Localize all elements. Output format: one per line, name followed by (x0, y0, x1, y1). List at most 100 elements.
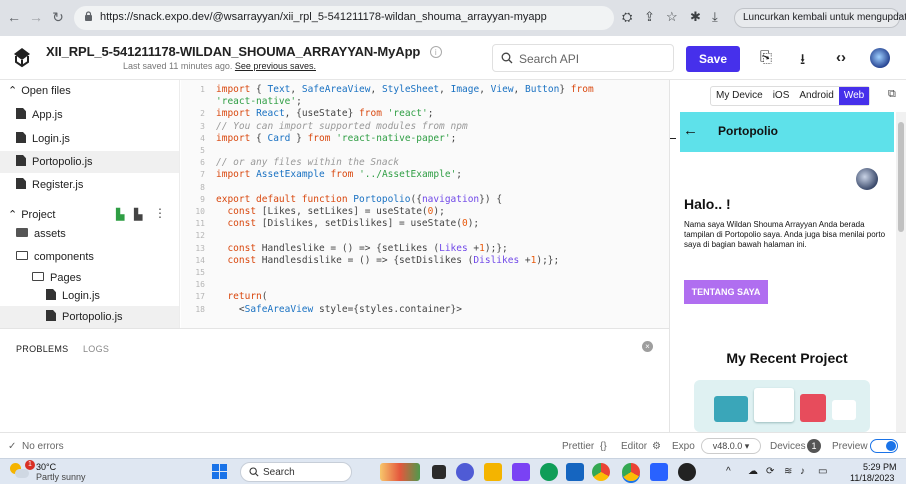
media-player-icon[interactable] (678, 463, 696, 481)
line-number: 16 (195, 280, 205, 290)
project-thumbnail[interactable] (694, 380, 870, 432)
project-title[interactable]: XII_RPL_5-541211178-WILDAN_SHOUMA_ARRAYY… (46, 44, 442, 59)
taskbar-search-box[interactable]: Search (240, 462, 352, 482)
braces-icon[interactable]: {} (600, 441, 607, 452)
editor-label[interactable]: Editor (621, 441, 647, 452)
address-bar[interactable]: https://snack.expo.dev/@wsarrayyan/xii_r… (74, 6, 614, 30)
code-line[interactable]: 12 (181, 230, 669, 241)
code-line[interactable]: 17 return( (181, 291, 669, 302)
back-icon[interactable]: ← (6, 9, 22, 25)
previous-saves-link[interactable]: See previous saves. (235, 61, 316, 71)
scrollbar-thumb[interactable] (898, 122, 904, 232)
code-line[interactable]: 15 (181, 267, 669, 278)
extensions-icon[interactable]: ✱ (690, 9, 701, 25)
edge-browser-icon[interactable] (540, 463, 558, 481)
chrome-active-icon[interactable] (622, 463, 640, 481)
code-line[interactable]: 9 export default function Portopolio({nav… (181, 194, 669, 205)
search-api-input[interactable]: Search API (492, 44, 674, 72)
search-highlight-icon[interactable] (380, 463, 420, 481)
forward-icon[interactable]: → (28, 9, 44, 25)
more-options-icon[interactable]: ⋮ (154, 206, 166, 220)
tree-folder-components[interactable]: components (0, 246, 179, 268)
code-line[interactable]: 8 (181, 182, 669, 193)
prettier-label[interactable]: Prettier (562, 441, 594, 452)
code-line[interactable]: 10 const [Likes, setLikes] = useState(0)… (181, 206, 669, 217)
download-project-icon[interactable]: ⎘ (760, 49, 772, 66)
embed-code-icon[interactable]: ‹› (836, 49, 846, 66)
task-view-icon[interactable] (432, 465, 446, 479)
info-icon[interactable]: i (429, 46, 442, 58)
battery-icon[interactable]: ▭ (818, 466, 827, 477)
expo-snack-logo-icon[interactable] (12, 46, 32, 68)
settings-gear-icon[interactable]: ⚙ (652, 441, 661, 452)
open-file-portopolio[interactable]: Portopolio.js (0, 151, 179, 173)
sync-icon[interactable]: ⟳ (766, 466, 774, 477)
tab-my-device[interactable]: My Device (711, 87, 768, 105)
clock-date[interactable]: 11/18/2023 (850, 473, 894, 483)
code-line[interactable]: 2 import React, {useState} from 'react'; (181, 108, 669, 119)
open-file-app[interactable]: App.js (0, 104, 179, 126)
vscode-icon[interactable] (650, 463, 668, 481)
code-line[interactable]: 14 const Handlesdislike = () => {setDisl… (181, 255, 669, 266)
windows-start-icon[interactable] (212, 464, 228, 480)
tree-folder-assets[interactable]: assets (0, 223, 179, 245)
tab-web[interactable]: Web (838, 87, 870, 105)
open-file-register[interactable]: Register.js (0, 174, 179, 196)
tree-file-portopolio[interactable]: Portopolio.js (0, 306, 179, 328)
open-file-login[interactable]: Login.js (0, 128, 179, 150)
translate-icon[interactable]: ⛭ (622, 9, 632, 25)
back-arrow-icon[interactable]: ← (683, 122, 698, 139)
code-line[interactable]: 3 // You can import supported modules fro… (181, 121, 669, 132)
clock-time[interactable]: 5:29 PM (863, 462, 897, 472)
preview-toggle[interactable] (870, 439, 898, 453)
code-line[interactable]: 5 (181, 145, 669, 156)
about-me-button[interactable]: TENTANG SAYA (684, 280, 768, 304)
relaunch-update-button[interactable]: Luncurkan kembali untuk mengupdate ⋮ (734, 8, 906, 28)
wifi-icon[interactable]: ≋ (784, 466, 792, 477)
tab-android[interactable]: Android (794, 87, 838, 105)
tray-chevron-icon[interactable]: ^ (726, 466, 731, 477)
reload-icon[interactable]: ↻ (50, 9, 66, 25)
file-label: Register.js (32, 179, 84, 191)
project-header[interactable]: ⌃ Project (8, 208, 55, 221)
problems-tab[interactable]: PROBLEMS (16, 344, 68, 354)
open-external-icon[interactable]: ⧉ (888, 88, 896, 101)
file-explorer-icon[interactable] (484, 463, 502, 481)
code-line[interactable]: 7 import AssetExample from '../AssetExamp… (181, 169, 669, 180)
logs-tab[interactable]: LOGS (83, 344, 109, 354)
code-line[interactable]: 6 // or any files within the Snack (181, 157, 669, 168)
share-icon[interactable]: ⇪ (644, 9, 655, 25)
devices-label[interactable]: Devices (770, 441, 806, 452)
mail-icon[interactable] (566, 463, 584, 481)
folder-open-icon (32, 272, 44, 281)
export-download-icon[interactable]: ⭳ (800, 49, 805, 74)
bookmark-star-icon[interactable]: ☆ (666, 9, 678, 25)
code-line[interactable]: 16 (181, 279, 669, 290)
chrome-icon[interactable] (592, 463, 610, 481)
sdk-version-select[interactable]: v48.0.0 ▾ (701, 438, 761, 454)
code-line[interactable]: 18 <SafeAreaView style={styles.container… (181, 304, 669, 315)
code-line[interactable]: 'react-native'; (181, 96, 669, 107)
line-number: 10 (195, 207, 205, 216)
close-panel-icon[interactable]: × (642, 341, 653, 352)
file-icon (46, 289, 56, 300)
onedrive-icon[interactable]: ☁ (748, 466, 758, 477)
tree-file-login[interactable]: Login.js (0, 285, 179, 307)
code-line[interactable]: 11 const [Dislikes, setDislikes] = useSt… (181, 218, 669, 229)
no-errors-status[interactable]: No errors (22, 441, 64, 452)
save-button[interactable]: Save (686, 46, 740, 72)
new-folder-icon[interactable]: ▙ (134, 208, 142, 221)
code-line[interactable]: 13 const Handleslike = () => {setLikes (… (181, 243, 669, 254)
app-icon[interactable] (512, 463, 530, 481)
preview-scrollbar[interactable] (896, 112, 906, 432)
code-line[interactable]: 4 import { Card } from 'react-native-pape… (181, 133, 669, 144)
volume-icon[interactable]: ♪ (800, 466, 805, 477)
teams-chat-icon[interactable] (456, 463, 474, 481)
open-files-header[interactable]: ⌃ Open files (8, 84, 71, 97)
download-icon[interactable]: ⤓ (712, 9, 718, 25)
new-file-icon[interactable]: ▙ (116, 208, 124, 221)
tab-ios[interactable]: iOS (768, 87, 795, 105)
user-avatar[interactable] (870, 48, 890, 68)
code-editor[interactable]: 1 import { Text, SafeAreaView, StyleSheet… (181, 80, 669, 328)
code-line[interactable]: 1 import { Text, SafeAreaView, StyleSheet… (181, 84, 669, 95)
